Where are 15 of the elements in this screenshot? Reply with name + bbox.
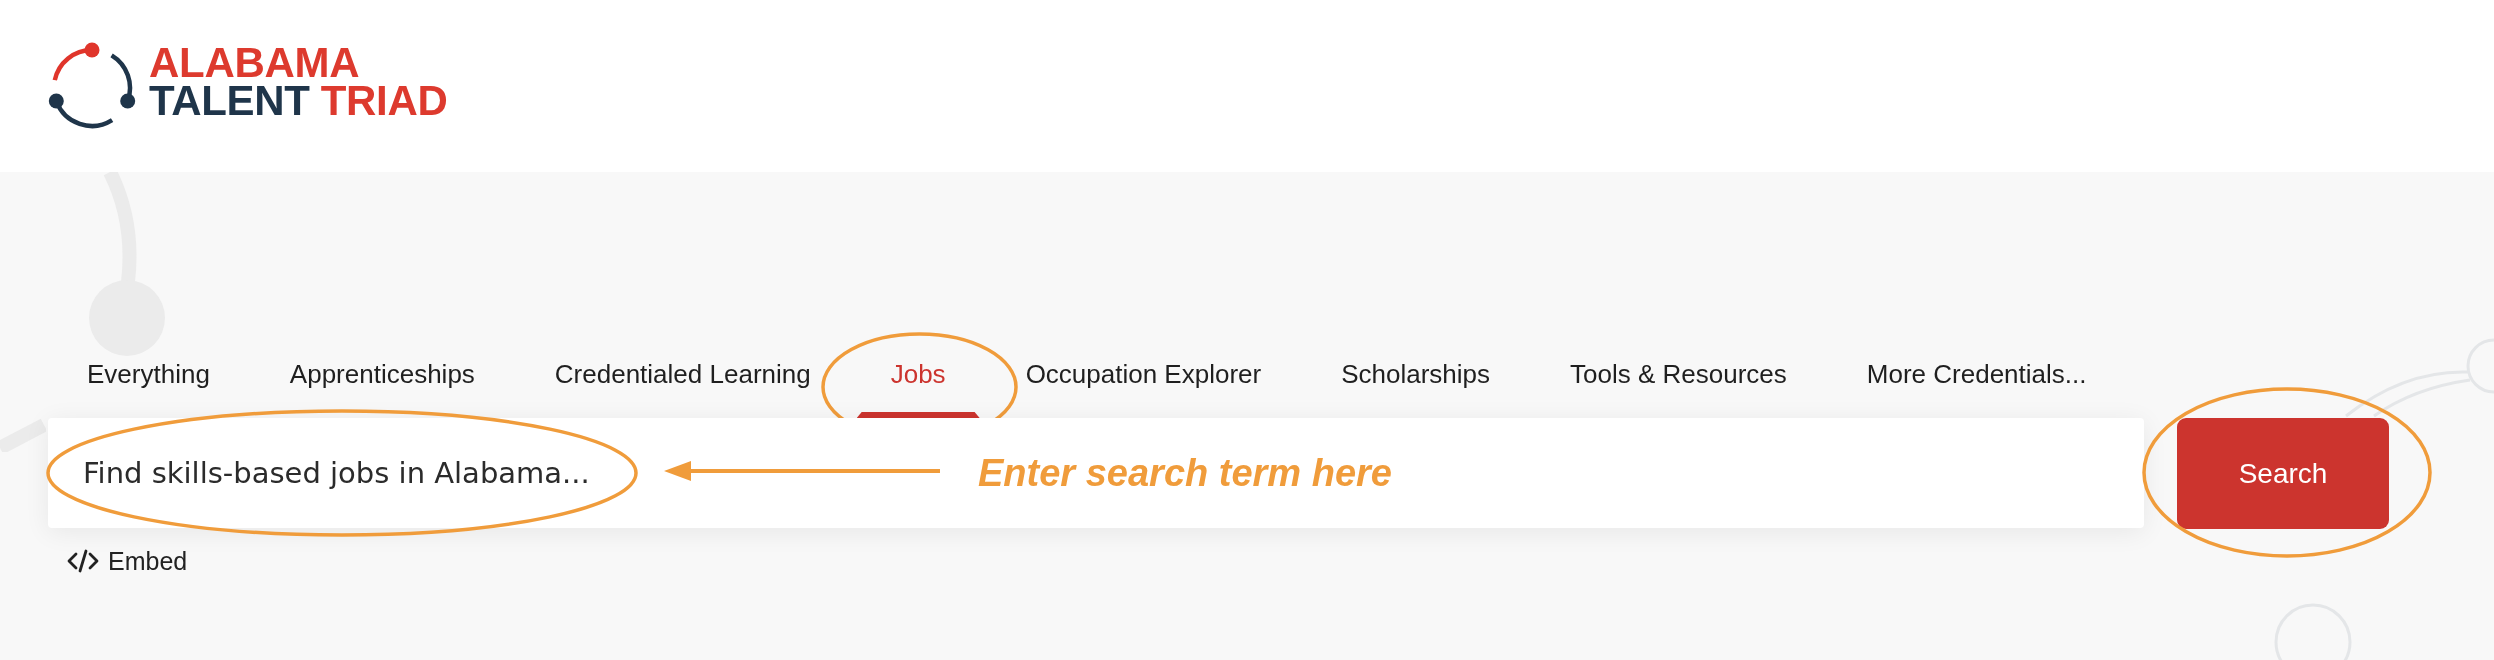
- tab[interactable]: Scholarships: [1301, 345, 1531, 418]
- search-button[interactable]: Search: [2177, 418, 2389, 529]
- tab[interactable]: Credentialed Learning: [514, 345, 851, 418]
- callout-text: Enter search term here: [978, 451, 1392, 495]
- tab[interactable]: Apprenticeships: [249, 345, 515, 418]
- tab[interactable]: Occupation Explorer: [985, 345, 1302, 418]
- logo-text: ALABAMA: [149, 44, 360, 82]
- logo-icon: [48, 40, 138, 130]
- tab[interactable]: More Credentials...: [1826, 345, 2127, 418]
- code-icon: [67, 549, 99, 573]
- tab[interactable]: Everything: [47, 345, 250, 418]
- logo-text: TRIAD: [320, 82, 448, 120]
- embed-link[interactable]: Embed: [67, 544, 188, 578]
- logo-text: TALENT: [149, 82, 310, 120]
- tab[interactable]: Tools & Resources: [1530, 345, 1827, 418]
